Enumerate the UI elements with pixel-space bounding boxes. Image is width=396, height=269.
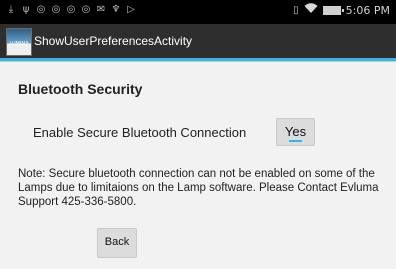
activity-title: ShowUserPreferencesActivity [34, 34, 193, 48]
status-bar: ⤓ ψ ◎ ◎ ◎ ◎ ✉ ♆ ▷ ▯ 5:06 PM [0, 0, 396, 24]
app-icon-label: LUMINA [9, 41, 29, 47]
mail-icon: ✉ [96, 4, 106, 15]
alarm-icon: ◎ [36, 4, 46, 15]
back-button[interactable]: Back [97, 228, 137, 258]
status-time: 5:06 PM [345, 3, 390, 17]
system-icons: ▯ 5:06 PM [293, 3, 390, 17]
wifi-icon [304, 3, 318, 17]
usb-debug-icon: ♆ [111, 4, 121, 15]
action-bar: LUMINA ShowUserPreferencesActivity [0, 24, 396, 58]
alarm-icon: ◎ [81, 4, 91, 15]
toggle-label: Yes [284, 124, 307, 139]
preferences-panel: Bluetooth Security Enable Secure Bluetoo… [0, 61, 396, 269]
secure-bluetooth-label: Enable Secure Bluetooth Connection [33, 125, 247, 140]
secure-bluetooth-toggle-button[interactable]: Yes [276, 118, 315, 146]
notification-icons: ⤓ ψ ◎ ◎ ◎ ◎ ✉ ♆ ▷ [5, 4, 137, 16]
alarm-icon: ◎ [66, 4, 76, 15]
toggle-indicator [289, 140, 302, 142]
usb-icon: ψ [22, 4, 30, 15]
battery-icon [322, 5, 344, 15]
app-icon[interactable]: LUMINA [6, 28, 32, 56]
note-text: Note: Secure bluetooth connection can no… [18, 168, 379, 208]
section-title: Bluetooth Security [18, 81, 143, 97]
download-icon: ⤓ [8, 4, 14, 15]
vibrate-icon: ▯ [293, 4, 299, 16]
play-store-icon: ▷ [127, 4, 135, 15]
alarm-icon: ◎ [51, 4, 61, 15]
